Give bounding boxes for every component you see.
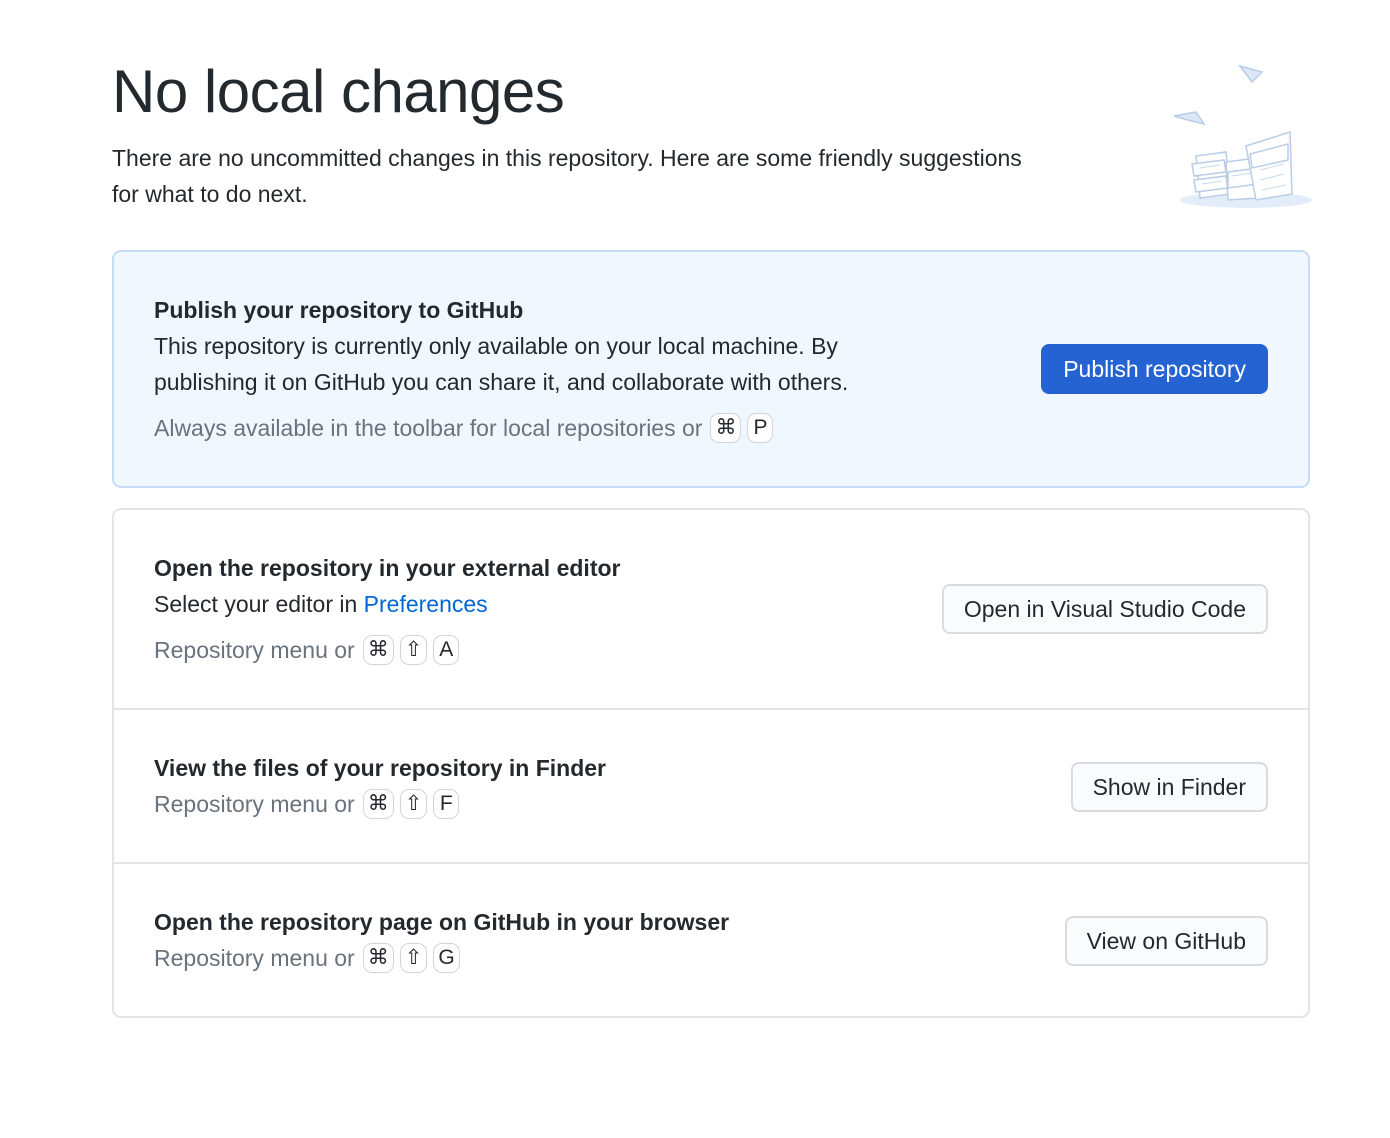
- subtitle-line-2: for what to do next.: [112, 181, 308, 207]
- github-title: Open the repository page on GitHub in yo…: [154, 909, 730, 935]
- f-key: F: [433, 789, 460, 819]
- publish-card: Publish your repository to GitHub This r…: [112, 250, 1310, 488]
- publish-hint-text: Always available in the toolbar for loca…: [154, 415, 703, 441]
- publish-desc-line-2: publishing it on GitHub you can share it…: [154, 369, 849, 395]
- github-hint: Repository menu or ⌘ ⇧ G: [154, 940, 460, 976]
- editor-title: Open the repository in your external edi…: [154, 555, 621, 581]
- open-in-editor-button[interactable]: Open in Visual Studio Code: [941, 584, 1268, 634]
- p-key: P: [747, 413, 774, 443]
- no-changes-page: No local changes There are no uncommitte…: [0, 0, 1390, 1138]
- github-row: Open the repository page on GitHub in yo…: [114, 864, 1308, 1016]
- a-key: A: [433, 635, 460, 665]
- publish-desc-line-1: This repository is currently only availa…: [154, 333, 838, 359]
- show-in-finder-button[interactable]: Show in Finder: [1070, 762, 1268, 812]
- header: No local changes There are no uncommitte…: [112, 56, 1132, 212]
- finder-title: View the files of your repository in Fin…: [154, 755, 606, 781]
- command-key: ⌘: [362, 943, 394, 973]
- empty-state-illustration: [1168, 60, 1318, 210]
- view-on-github-button[interactable]: View on GitHub: [1064, 916, 1268, 966]
- shift-key: ⇧: [399, 635, 428, 665]
- command-key: ⌘: [362, 635, 394, 665]
- page-subtitle: There are no uncommitted changes in this…: [112, 140, 1132, 212]
- github-hint-text: Repository menu or: [154, 945, 355, 971]
- finder-row: View the files of your repository in Fin…: [114, 710, 1308, 862]
- subtitle-line-1: There are no uncommitted changes in this…: [112, 145, 1022, 171]
- shift-key: ⇧: [399, 789, 428, 819]
- page-title: No local changes: [112, 58, 565, 125]
- finder-hint: Repository menu or ⌘ ⇧ F: [154, 786, 460, 822]
- g-key: G: [433, 943, 460, 973]
- editor-desc: Select your editor in Preferences: [154, 586, 488, 622]
- publish-hint: Always available in the toolbar for loca…: [154, 410, 774, 446]
- editor-row: Open the repository in your external edi…: [114, 510, 1308, 708]
- preferences-link[interactable]: Preferences: [364, 591, 488, 617]
- shift-key: ⇧: [399, 943, 428, 973]
- publish-title: Publish your repository to GitHub: [154, 297, 524, 323]
- command-key: ⌘: [710, 413, 742, 443]
- finder-hint-text: Repository menu or: [154, 791, 355, 817]
- editor-hint-text: Repository menu or: [154, 637, 355, 663]
- suggestions-card: Open the repository in your external edi…: [112, 508, 1310, 1018]
- paper-stack-icon: [1173, 64, 1312, 208]
- command-key: ⌘: [362, 789, 394, 819]
- editor-desc-text: Select your editor in: [154, 591, 358, 617]
- editor-hint: Repository menu or ⌘ ⇧ A: [154, 632, 460, 668]
- publish-repository-button[interactable]: Publish repository: [1041, 344, 1268, 394]
